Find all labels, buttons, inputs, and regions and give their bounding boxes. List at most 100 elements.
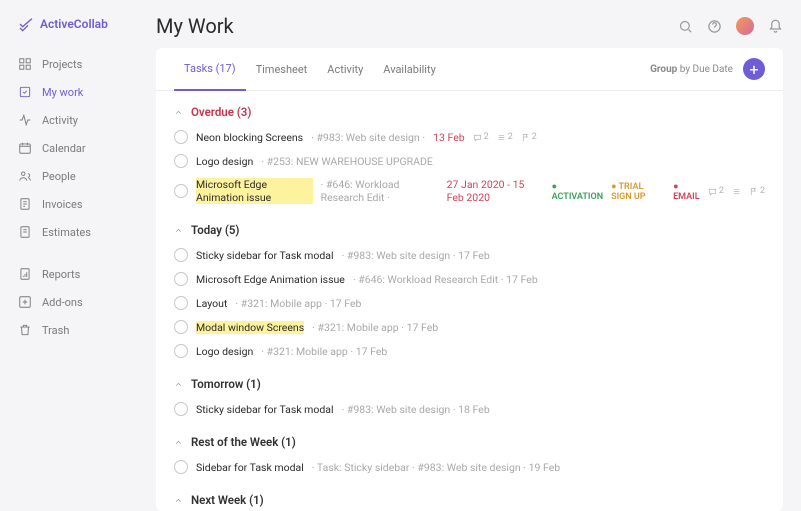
task-label: ● EMAIL <box>673 181 700 202</box>
task-date: 27 Jan 2020 - 15 Feb 2020 <box>447 178 544 204</box>
task-name: Logo design <box>196 155 253 168</box>
group-header[interactable]: Today (5) <box>174 209 765 243</box>
sidebar-item-label: My work <box>42 86 83 99</box>
sidebar-item-estimates[interactable]: Estimates <box>0 218 142 246</box>
group-header[interactable]: Rest of the Week (1) <box>174 421 765 455</box>
flag-icon: 2 <box>749 186 765 196</box>
activity-icon <box>18 113 32 127</box>
group-header[interactable]: Tomorrow (1) <box>174 363 765 397</box>
task-date: 13 Feb <box>433 131 465 144</box>
tab-timesheet[interactable]: Timesheet <box>246 49 318 90</box>
chevron-icon <box>174 108 183 117</box>
sidebar-item-label: Trash <box>42 324 69 337</box>
task-label: ● ACTIVATION <box>552 181 603 202</box>
task-row[interactable]: Modal window Screens · #321: Mobile app … <box>174 315 765 339</box>
help-icon[interactable] <box>707 19 722 34</box>
task-meta: · #983: Web site design · <box>311 131 425 144</box>
sidebar-item-calendar[interactable]: Calendar <box>0 134 142 162</box>
group-header[interactable]: Overdue (3) <box>174 91 765 125</box>
trash-icon <box>18 323 32 337</box>
search-icon[interactable] <box>678 19 693 34</box>
sidebar-item-trash[interactable]: Trash <box>0 316 142 344</box>
group-title: Next Week (1) <box>191 493 264 507</box>
task-meta: · #253: NEW WAREHOUSE UPGRADE <box>261 155 433 168</box>
task-row[interactable]: Sidebar for Task modal · Task: Sticky si… <box>174 455 765 479</box>
brand-text: ActiveCollab <box>40 17 108 31</box>
my work-icon <box>18 85 32 99</box>
task-checkbox[interactable] <box>174 184 188 198</box>
chat-icon: 2 <box>708 186 724 196</box>
task-name: Sticky sidebar for Task modal <box>196 403 334 416</box>
task-checkbox[interactable] <box>174 460 188 474</box>
list-icon: 2 <box>497 132 513 142</box>
task-row[interactable]: Sticky sidebar for Task modal · #983: We… <box>174 243 765 267</box>
group-header[interactable]: Next Week (1) <box>174 479 765 511</box>
estimates-icon <box>18 225 32 239</box>
task-checkbox[interactable] <box>174 344 188 358</box>
task-meta: · #983: Web site design · 17 Feb <box>342 249 490 262</box>
task-row[interactable]: Microsoft Edge Animation issue · #646: W… <box>174 173 765 209</box>
sidebar-item-label: Reports <box>42 268 80 281</box>
brand[interactable]: ActiveCollab <box>0 16 142 50</box>
task-checkbox[interactable] <box>174 130 188 144</box>
sidebar-item-add-ons[interactable]: Add-ons <box>0 288 142 316</box>
task-group: Next Week (1) Single blog post design · … <box>156 479 783 511</box>
group-title: Tomorrow (1) <box>191 377 261 391</box>
task-checkbox[interactable] <box>174 402 188 416</box>
tab-tasks[interactable]: Tasks (17) <box>174 48 246 91</box>
task-checkbox[interactable] <box>174 320 188 334</box>
sidebar-item-label: Estimates <box>42 226 91 239</box>
sidebar-item-label: Add-ons <box>42 296 83 309</box>
task-row[interactable]: Layout · #321: Mobile app · 17 Feb <box>174 291 765 315</box>
task-row[interactable]: Logo design · #321: Mobile app · 17 Feb <box>174 339 765 363</box>
sidebar-item-invoices[interactable]: Invoices <box>0 190 142 218</box>
task-checkbox[interactable] <box>174 272 188 286</box>
sidebar-item-label: Activity <box>42 114 78 127</box>
brand-icon <box>18 16 34 32</box>
sidebar-item-reports[interactable]: Reports <box>0 260 142 288</box>
invoices-icon <box>18 197 32 211</box>
task-group: Rest of the Week (1) Sidebar for Task mo… <box>156 421 783 479</box>
task-meta: · #321: Mobile app · 17 Feb <box>235 297 361 310</box>
task-meta: · #646: Workload Research Edit · 17 Feb <box>353 273 538 286</box>
panel: Tasks (17) Timesheet Activity Availabili… <box>156 48 783 511</box>
header-actions <box>678 17 783 35</box>
task-name: Microsoft Edge Animation issue <box>196 178 313 204</box>
sidebar-item-people[interactable]: People <box>0 162 142 190</box>
task-row[interactable]: Logo design · #253: NEW WAREHOUSE UPGRAD… <box>174 149 765 173</box>
task-group: Overdue (3) Neon blocking Screens · #983… <box>156 91 783 209</box>
header: My Work <box>156 14 783 38</box>
task-checkbox[interactable] <box>174 154 188 168</box>
task-name: Neon blocking Screens <box>196 131 303 144</box>
avatar[interactable] <box>736 17 754 35</box>
chat-icon: 2 <box>473 132 489 142</box>
task-row[interactable]: Sticky sidebar for Task modal · #983: We… <box>174 397 765 421</box>
calendar-icon <box>18 141 32 155</box>
sidebar-item-label: Projects <box>42 58 82 71</box>
sidebar-item-my work[interactable]: My work <box>0 78 142 106</box>
tab-availability[interactable]: Availability <box>373 49 445 90</box>
task-name: Layout <box>196 297 227 310</box>
task-checkbox[interactable] <box>174 296 188 310</box>
bell-icon[interactable] <box>768 19 783 34</box>
task-checkbox[interactable] <box>174 248 188 262</box>
list-icon <box>732 187 741 196</box>
task-name: Sidebar for Task modal <box>196 461 304 474</box>
flag-icon: 2 <box>521 132 537 142</box>
sidebar-item-activity[interactable]: Activity <box>0 106 142 134</box>
group-by[interactable]: Group by Due Date <box>650 64 733 75</box>
task-name: Logo design <box>196 345 253 358</box>
sidebar-item-label: Invoices <box>42 198 83 211</box>
task-name: Modal window Screens <box>196 321 304 334</box>
projects-icon <box>18 57 32 71</box>
task-row[interactable]: Neon blocking Screens · #983: Web site d… <box>174 125 765 149</box>
task-group: Tomorrow (1) Sticky sidebar for Task mod… <box>156 363 783 421</box>
tab-activity[interactable]: Activity <box>317 49 373 90</box>
sidebar-item-label: People <box>42 170 76 183</box>
task-name: Sticky sidebar for Task modal <box>196 249 334 262</box>
sidebar-item-projects[interactable]: Projects <box>0 50 142 78</box>
task-row[interactable]: Microsoft Edge Animation issue · #646: W… <box>174 267 765 291</box>
add-button[interactable]: + <box>743 58 765 80</box>
people-icon <box>18 169 32 183</box>
chevron-icon <box>174 496 183 505</box>
